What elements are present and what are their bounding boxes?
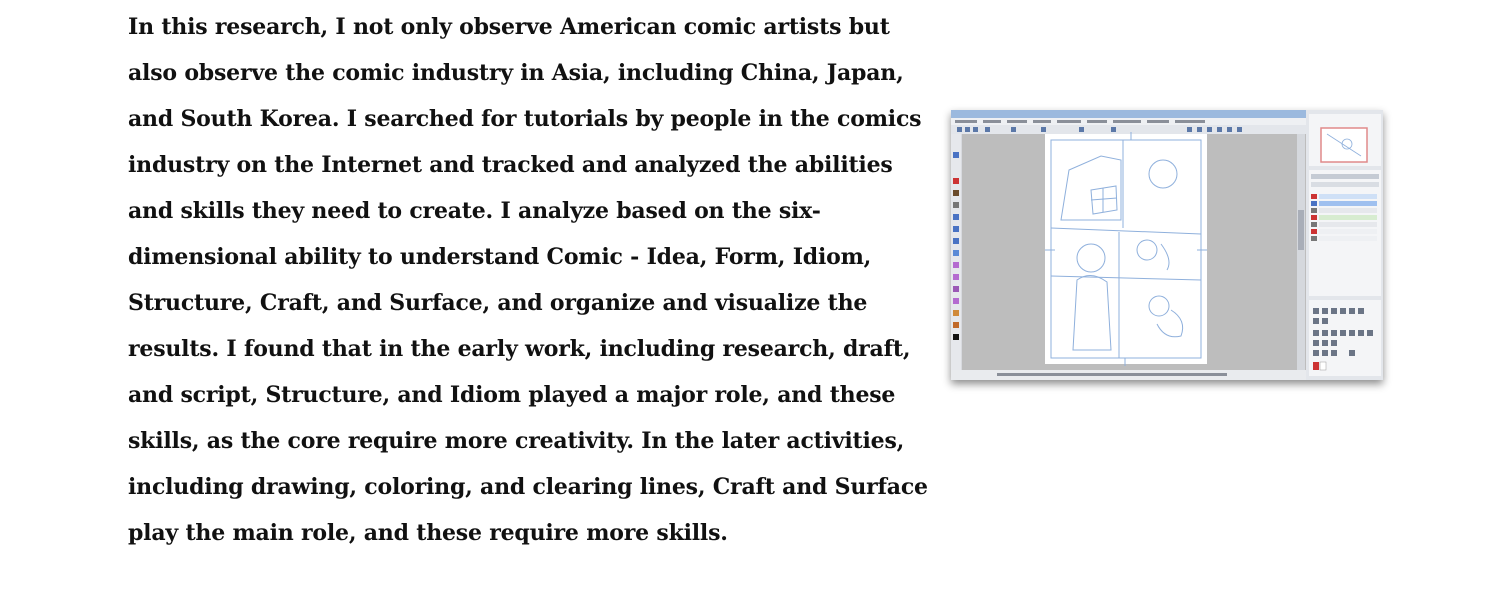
- software-screenshot-image: [951, 110, 1383, 380]
- canvas-scrollbar: [1297, 134, 1305, 370]
- software-screenshot-figure: [951, 110, 1383, 380]
- paragraph-line: and script, Structure, and Idiom played …: [128, 382, 896, 408]
- paragraph-line: In this research, I not only observe Ame…: [128, 14, 890, 40]
- paragraph-line: and South Korea. I searched for tutorial…: [128, 106, 922, 132]
- paragraph-line: and skills they need to create. I analyz…: [128, 198, 821, 224]
- paragraph-line: results. I found that in the early work,…: [128, 336, 911, 362]
- paragraph-line: skills, as the core require more creativ…: [128, 428, 905, 454]
- paragraph-line: play the main role, and these require mo…: [128, 520, 728, 546]
- command-toolbar: [951, 125, 1306, 134]
- paragraph: In this research, I not only observe Ame…: [128, 4, 928, 556]
- paragraph-line: dimensional ability to understand Comic …: [128, 244, 872, 270]
- paragraph-line: Structure, Craft, and Surface, and organ…: [128, 290, 868, 316]
- paragraph-line: also observe the comic industry in Asia,…: [128, 60, 904, 86]
- color-swatch: [1313, 362, 1319, 370]
- paragraph-line: industry on the Internet and tracked and…: [128, 152, 893, 178]
- paragraph-line: including drawing, coloring, and clearin…: [128, 474, 928, 500]
